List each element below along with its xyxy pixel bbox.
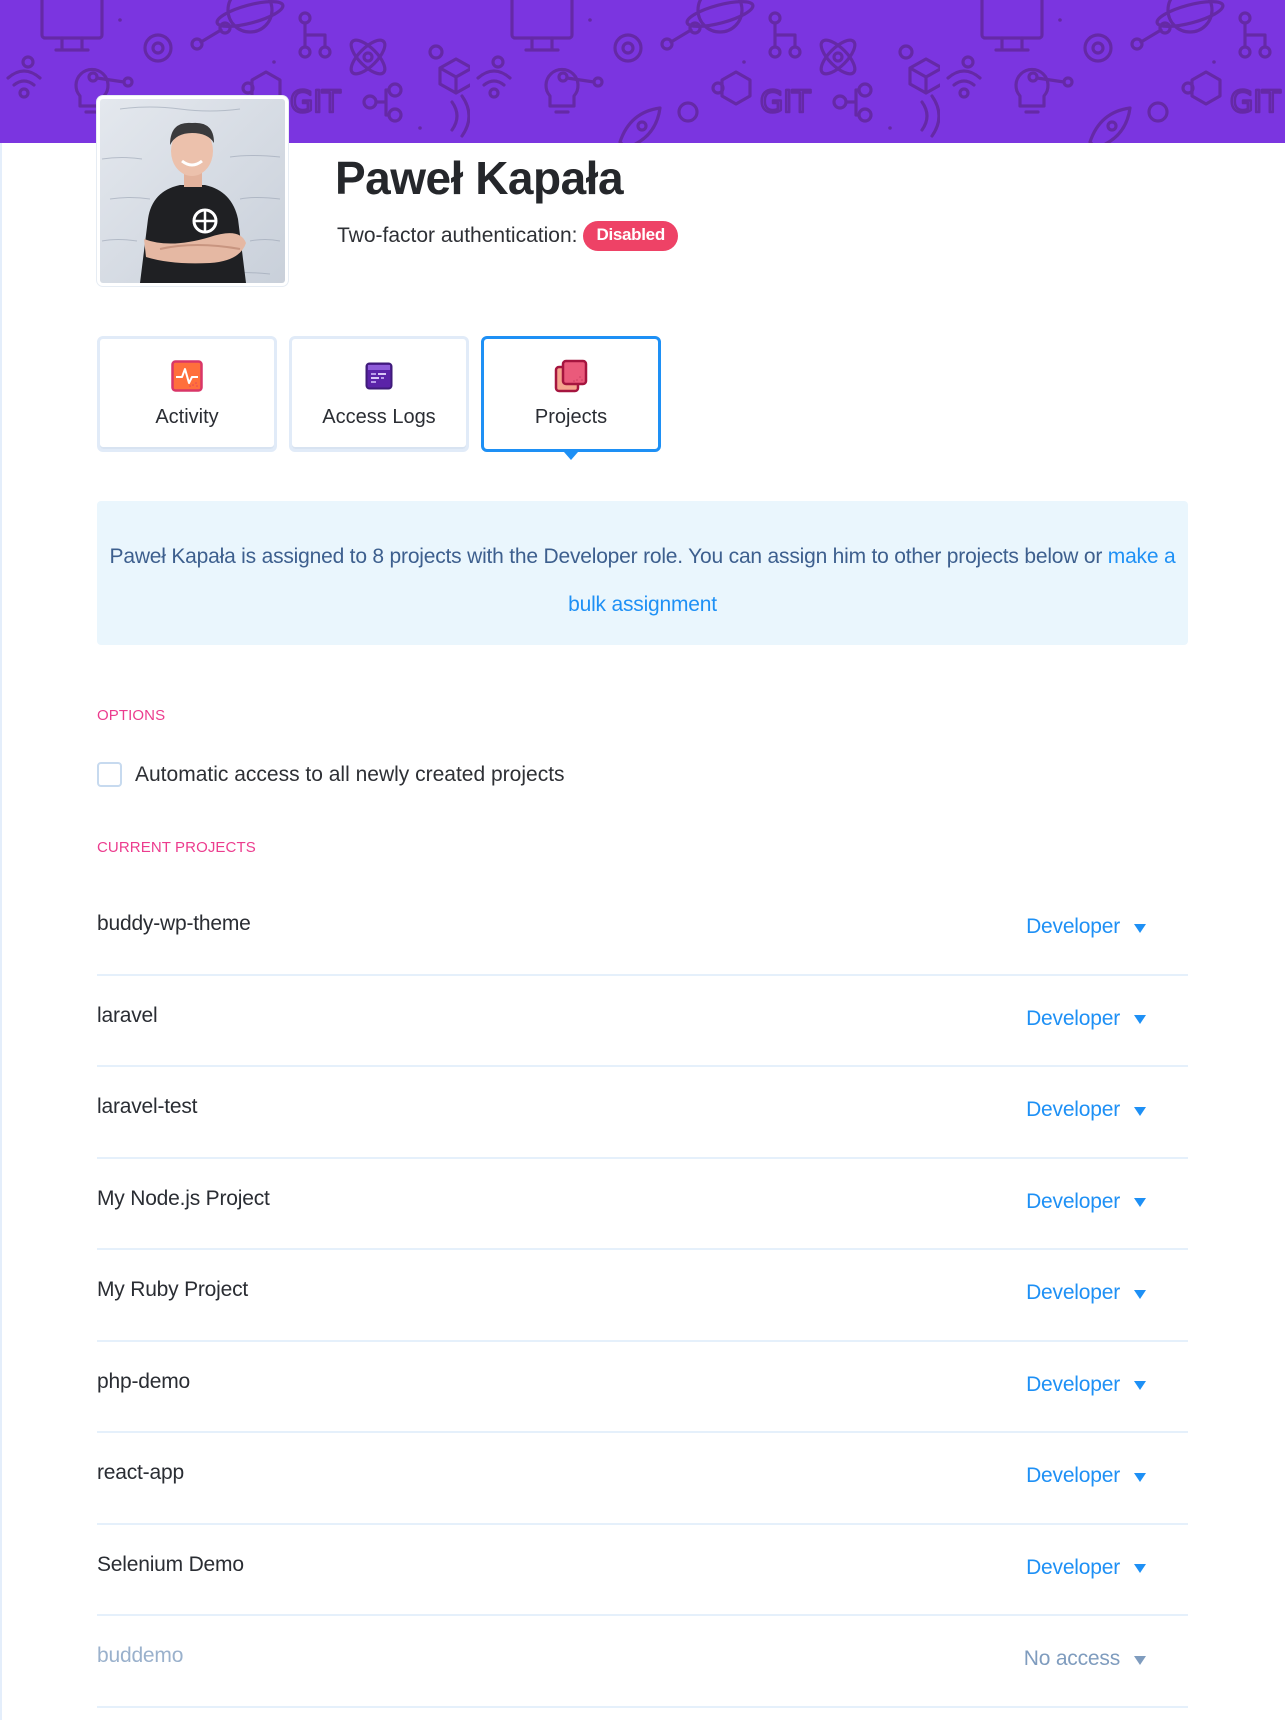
project-name[interactable]: My Node.js Project bbox=[97, 1187, 270, 1211]
options-heading: OPTIONS bbox=[97, 707, 166, 724]
role-dropdown[interactable]: Developer bbox=[1026, 1190, 1146, 1214]
tab-activity-label: Activity bbox=[155, 406, 219, 428]
project-list: buddy-wp-theme Developer laravel Develop… bbox=[97, 884, 1188, 1708]
project-row: buddemo No access bbox=[97, 1616, 1188, 1708]
role-value: Developer bbox=[1026, 1189, 1120, 1213]
role-dropdown[interactable]: No access bbox=[1024, 1647, 1146, 1671]
project-name[interactable]: My Ruby Project bbox=[97, 1278, 248, 1302]
caret-down-icon bbox=[1134, 1564, 1146, 1573]
role-value: Developer bbox=[1026, 1555, 1120, 1579]
projects-icon bbox=[554, 359, 588, 393]
two-factor-badge: Disabled bbox=[583, 221, 678, 251]
role-dropdown[interactable]: Developer bbox=[1026, 1007, 1146, 1031]
page-border bbox=[0, 0, 2, 1720]
activity-icon bbox=[170, 359, 204, 393]
caret-down-icon bbox=[1134, 1655, 1146, 1665]
project-row: php-demo Developer bbox=[97, 1342, 1188, 1433]
project-name[interactable]: buddy-wp-theme bbox=[97, 912, 251, 936]
project-name[interactable]: php-demo bbox=[97, 1370, 190, 1394]
role-dropdown[interactable]: Developer bbox=[1026, 915, 1146, 939]
tab-projects[interactable]: Projects bbox=[481, 336, 661, 452]
project-name[interactable]: laravel-test bbox=[97, 1095, 198, 1119]
project-name[interactable]: laravel bbox=[97, 1004, 158, 1028]
role-value: Developer bbox=[1026, 1372, 1120, 1396]
role-dropdown[interactable]: Developer bbox=[1026, 1556, 1146, 1580]
project-name[interactable]: react-app bbox=[97, 1461, 184, 1485]
two-factor-label: Two-factor authentication: bbox=[337, 224, 578, 247]
project-row: My Node.js Project Developer bbox=[97, 1159, 1188, 1250]
user-avatar bbox=[97, 96, 288, 286]
caret-down-icon bbox=[1134, 1015, 1146, 1024]
auto-access-checkbox[interactable] bbox=[97, 762, 122, 787]
role-dropdown[interactable]: Developer bbox=[1026, 1464, 1146, 1488]
role-dropdown[interactable]: Developer bbox=[1026, 1281, 1146, 1305]
role-dropdown[interactable]: Developer bbox=[1026, 1373, 1146, 1397]
user-name: Paweł Kapała bbox=[335, 152, 624, 204]
tab-access-logs-label: Access Logs bbox=[322, 406, 436, 428]
access-logs-icon bbox=[362, 359, 396, 393]
assignment-info-box: Paweł Kapała is assigned to 8 projects w… bbox=[97, 501, 1188, 645]
caret-down-icon bbox=[1134, 1472, 1146, 1482]
current-projects-heading: CURRENT PROJECTS bbox=[97, 839, 256, 856]
role-value: Developer bbox=[1026, 1006, 1120, 1030]
tab-projects-label: Projects bbox=[534, 406, 608, 428]
project-row: laravel-test Developer bbox=[97, 1067, 1188, 1159]
project-row: laravel Developer bbox=[97, 976, 1188, 1067]
role-value: No access bbox=[1023, 1647, 1120, 1670]
role-value: Developer bbox=[1026, 1281, 1120, 1304]
profile-tabs: Activity Access Logs Projects bbox=[97, 336, 661, 452]
role-dropdown[interactable]: Developer bbox=[1026, 1098, 1146, 1122]
caret-down-icon bbox=[1134, 923, 1146, 933]
two-factor-status: Two-factor authentication: Disabled bbox=[337, 221, 678, 251]
project-row: react-app Developer bbox=[97, 1433, 1188, 1525]
role-value: Developer bbox=[1026, 915, 1120, 938]
assignment-info-text: Paweł Kapała is assigned to 8 projects w… bbox=[109, 545, 1108, 568]
project-row: My Ruby Project Developer bbox=[97, 1250, 1188, 1342]
role-value: Developer bbox=[1026, 1098, 1120, 1121]
auto-access-option[interactable]: Automatic access to all newly created pr… bbox=[97, 762, 565, 787]
auto-access-label: Automatic access to all newly created pr… bbox=[135, 762, 565, 786]
tab-access-logs[interactable]: Access Logs bbox=[289, 336, 469, 452]
tab-activity[interactable]: Activity bbox=[97, 336, 277, 452]
project-row: Selenium Demo Developer bbox=[97, 1525, 1188, 1616]
caret-down-icon bbox=[1134, 1106, 1146, 1116]
caret-down-icon bbox=[1134, 1198, 1146, 1207]
project-name[interactable]: buddemo bbox=[97, 1644, 183, 1668]
caret-down-icon bbox=[1134, 1381, 1146, 1390]
project-name[interactable]: Selenium Demo bbox=[97, 1553, 244, 1577]
caret-down-icon bbox=[1134, 1289, 1146, 1299]
project-row: buddy-wp-theme Developer bbox=[97, 884, 1188, 976]
avatar-photo bbox=[100, 99, 285, 283]
role-value: Developer bbox=[1026, 1464, 1120, 1487]
